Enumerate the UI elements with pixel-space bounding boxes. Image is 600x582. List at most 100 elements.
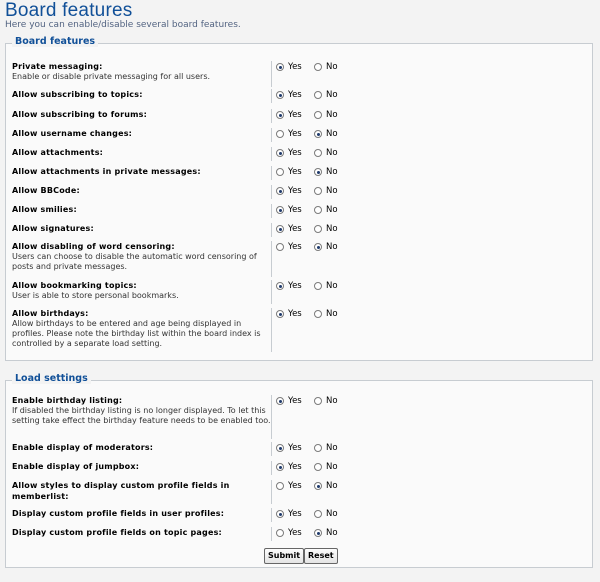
radio-button-no[interactable] [314, 282, 322, 290]
column-divider [271, 508, 272, 522]
radio-option-yes[interactable]: Yes [276, 481, 302, 491]
radio-button-no[interactable] [314, 243, 322, 251]
radio-option-yes[interactable]: Yes [276, 110, 302, 120]
reset-button[interactable]: Reset [304, 548, 338, 564]
radio-label-no: No [326, 462, 338, 472]
radio-option-no[interactable]: No [314, 110, 338, 120]
radio-button-yes[interactable] [276, 111, 284, 119]
radio-option-no[interactable]: No [314, 129, 338, 139]
radio-option-no[interactable]: No [314, 309, 338, 319]
radio-button-no[interactable] [314, 206, 322, 214]
radio-label-yes: Yes [288, 129, 302, 139]
radio-option-yes[interactable]: Yes [276, 224, 302, 234]
setting-label: Enable birthday listing: If disabled the … [12, 395, 274, 426]
setting-title: Allow subscribing to forums: [12, 110, 148, 119]
radio-button-yes[interactable] [276, 243, 284, 251]
setting-label: Allow smilies: [12, 204, 274, 215]
radio-option-no[interactable]: No [314, 528, 338, 538]
setting-label: Allow attachments: [12, 147, 274, 158]
radio-button-no[interactable] [314, 225, 322, 233]
radio-button-yes[interactable] [276, 310, 284, 318]
radio-option-yes[interactable]: Yes [276, 90, 302, 100]
radio-button-no[interactable] [314, 529, 322, 537]
radio-option-yes[interactable]: Yes [276, 62, 302, 72]
radio-button-no[interactable] [314, 482, 322, 490]
radio-option-no[interactable]: No [314, 224, 338, 234]
radio-button-no[interactable] [314, 463, 322, 471]
radio-option-yes[interactable]: Yes [276, 509, 302, 519]
radio-button-no[interactable] [314, 91, 322, 99]
setting-label: Allow signatures: [12, 223, 274, 234]
radio-button-yes[interactable] [276, 187, 284, 195]
radio-option-no[interactable]: No [314, 509, 338, 519]
radio-option-no[interactable]: No [314, 462, 338, 472]
radio-button-yes[interactable] [276, 510, 284, 518]
radio-option-no[interactable]: No [314, 396, 338, 406]
radio-button-no[interactable] [314, 310, 322, 318]
radio-button-no[interactable] [314, 149, 322, 157]
radio-button-yes[interactable] [276, 444, 284, 452]
radio-button-yes[interactable] [276, 529, 284, 537]
radio-option-yes[interactable]: Yes [276, 462, 302, 472]
setting-row-allow-attachments: Allow attachments: Yes No [6, 147, 592, 161]
radio-option-yes[interactable]: Yes [276, 129, 302, 139]
radio-button-no[interactable] [314, 63, 322, 71]
radio-option-yes[interactable]: Yes [276, 281, 302, 291]
radio-button-no[interactable] [314, 444, 322, 452]
column-divider [271, 527, 272, 541]
radio-button-yes[interactable] [276, 130, 284, 138]
radio-label-no: No [326, 129, 338, 139]
radio-button-no[interactable] [314, 187, 322, 195]
radio-button-yes[interactable] [276, 206, 284, 214]
radio-option-no[interactable]: No [314, 281, 338, 291]
radio-button-yes[interactable] [276, 63, 284, 71]
radio-label-no: No [326, 148, 338, 158]
column-divider [271, 166, 272, 180]
radio-label-yes: Yes [288, 242, 302, 252]
radio-button-yes[interactable] [276, 91, 284, 99]
radio-option-yes[interactable]: Yes [276, 396, 302, 406]
radio-option-no[interactable]: No [314, 148, 338, 158]
radio-button-yes[interactable] [276, 482, 284, 490]
radio-label-no: No [326, 509, 338, 519]
radio-button-yes[interactable] [276, 282, 284, 290]
radio-button-yes[interactable] [276, 149, 284, 157]
radio-option-no[interactable]: No [314, 62, 338, 72]
radio-option-no[interactable]: No [314, 167, 338, 177]
radio-button-yes[interactable] [276, 397, 284, 405]
radio-option-yes[interactable]: Yes [276, 167, 302, 177]
setting-title: Enable birthday listing: [12, 396, 123, 405]
board-features-fieldset: Board features Private messaging: Enable … [5, 36, 593, 361]
radio-option-no[interactable]: No [314, 186, 338, 196]
radio-button-yes[interactable] [276, 168, 284, 176]
radio-option-yes[interactable]: Yes [276, 443, 302, 453]
radio-button-yes[interactable] [276, 463, 284, 471]
radio-option-no[interactable]: No [314, 481, 338, 491]
radio-option-yes[interactable]: Yes [276, 205, 302, 215]
radio-option-yes[interactable]: Yes [276, 186, 302, 196]
column-divider [271, 128, 272, 142]
radio-option-yes[interactable]: Yes [276, 309, 302, 319]
radio-button-no[interactable] [314, 130, 322, 138]
radio-option-no[interactable]: No [314, 205, 338, 215]
radio-label-yes: Yes [288, 148, 302, 158]
radio-option-no[interactable]: No [314, 242, 338, 252]
radio-button-yes[interactable] [276, 225, 284, 233]
radio-label-yes: Yes [288, 167, 302, 177]
radio-option-no[interactable]: No [314, 90, 338, 100]
submit-button[interactable]: Submit [264, 548, 305, 564]
radio-button-no[interactable] [314, 168, 322, 176]
radio-option-yes[interactable]: Yes [276, 148, 302, 158]
radio-option-yes[interactable]: Yes [276, 242, 302, 252]
setting-row-private-messaging: Private messaging: Enable or disable priv… [6, 61, 592, 87]
radio-option-no[interactable]: No [314, 443, 338, 453]
radio-button-no[interactable] [314, 397, 322, 405]
radio-label-no: No [326, 110, 338, 120]
radio-button-no[interactable] [314, 510, 322, 518]
radio-button-no[interactable] [314, 111, 322, 119]
setting-label: Display custom profile fields on topic p… [12, 527, 274, 538]
column-divider [271, 185, 272, 199]
setting-title: Display custom profile fields in user pr… [12, 509, 225, 518]
column-divider [271, 223, 272, 237]
radio-option-yes[interactable]: Yes [276, 528, 302, 538]
